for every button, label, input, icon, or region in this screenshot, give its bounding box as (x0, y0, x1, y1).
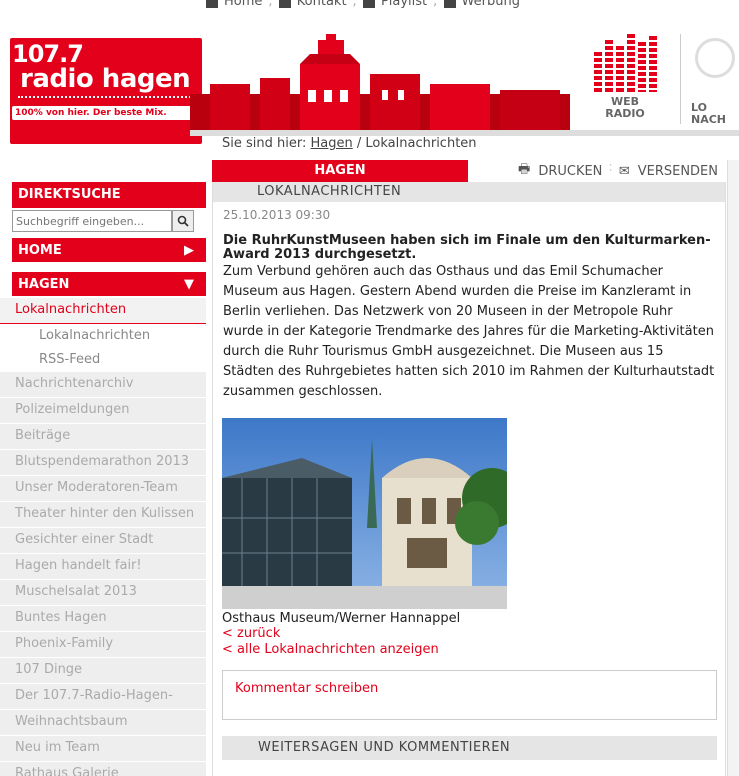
article-body: Zum Verbund gehören auch das Osthaus und… (223, 264, 715, 399)
sidebar-subitem[interactable]: Lokalnachrichten (0, 324, 206, 348)
microphone-icon (695, 38, 735, 78)
search-input[interactable] (12, 210, 172, 232)
nav-werbung-label: Werbung (461, 0, 520, 9)
logo-name: radio hagen (20, 64, 191, 94)
sidebar-subitem[interactable]: RSS-Feed (0, 348, 206, 372)
photo-caption: Osthaus Museum/Werner Hannappel (222, 611, 461, 626)
article-tools: 🖶 DRUCKEN : ✉ VERSENDEN (468, 160, 726, 182)
breadcrumb: Sie sind hier: Hagen / Lokalnachrichten (222, 136, 477, 151)
sidebar-item[interactable]: 107 Dinge (0, 658, 206, 684)
contact-icon (278, 0, 291, 8)
direktsuche-header: DIREKTSUCHE (12, 182, 206, 208)
separator: ; (268, 0, 273, 9)
printer-icon: 🖶 (518, 162, 531, 177)
arrow-down-icon: ▼ (184, 277, 194, 292)
main-content: HAGEN 🖶 DRUCKEN : ✉ VERSENDEN LOKALNACHRIC… (212, 160, 726, 776)
sidebar: DIREKTSUCHE HOME ▶ HAGEN ▼ Lokalnachrichte… (0, 182, 206, 776)
sidebar-item[interactable]: Phoenix-Family (0, 632, 206, 658)
sidebar-item[interactable]: Hagen handelt fair! (0, 554, 206, 580)
sidebar-item[interactable]: Nachrichtenarchiv (0, 372, 206, 398)
nav-kontakt-label: Kontakt (296, 0, 347, 9)
site-header: 107.7 radio hagen 100% von hier. Der bes… (0, 22, 739, 144)
sidebar-item[interactable]: Rathaus Galerie (0, 762, 206, 776)
article-photo (222, 418, 507, 609)
tab-bar: HAGEN 🖶 DRUCKEN : ✉ VERSENDEN (212, 160, 726, 182)
print-label: DRUCKEN (538, 163, 603, 179)
sidebar-item[interactable]: Buntes Hagen (0, 606, 206, 632)
sidebar-item[interactable]: Muschelsalat 2013 (0, 580, 206, 606)
logo-dots (18, 96, 194, 98)
separator: ; (352, 0, 357, 9)
envelope-icon: ✉ (618, 163, 630, 179)
article-headline: Die RuhrKunstMuseen haben sich im Finale… (223, 233, 711, 262)
sidebar-item[interactable]: Beiträge (0, 424, 206, 450)
sidebar-list: Lokalnachrichten Lokalnachrichten RSS-Feed… (0, 298, 206, 776)
sidebar-item[interactable]: Unser Moderatoren-Team (0, 476, 206, 502)
sidebar-item[interactable]: Neu im Team (0, 736, 206, 762)
nav-home[interactable]: Home (206, 0, 262, 9)
search-button[interactable] (172, 210, 194, 232)
breadcrumb-separator: / (356, 136, 362, 151)
print-button[interactable]: 🖶 DRUCKEN (518, 160, 602, 182)
home-icon (206, 0, 218, 8)
breadcrumb-link-hagen[interactable]: Hagen (311, 136, 353, 151)
sidebar-item[interactable]: Gesichter einer Stadt (0, 528, 206, 554)
sidebar-hagen-label: HAGEN (18, 277, 70, 292)
separator: : (608, 160, 613, 175)
advertising-icon (443, 0, 456, 8)
search-icon (177, 215, 189, 227)
lokalnachrichten-label: LO NACH (691, 101, 726, 125)
sidebar-item[interactable]: Theater hinter den Kulissen (0, 502, 206, 528)
sidebar-item[interactable]: Lokalnachrichten (0, 298, 206, 324)
comment-box: Kommentar schreiben (222, 670, 717, 720)
sidebar-item[interactable]: Blutspendemarathon 2013 (0, 450, 206, 476)
nav-playlist-label: Playlist (380, 0, 428, 9)
send-button[interactable]: ✉ VERSENDEN (619, 160, 718, 182)
sidebar-item[interactable]: Weihnachtsbaum (0, 710, 206, 736)
sidebar-hagen[interactable]: HAGEN ▼ (12, 272, 206, 298)
nav-werbung[interactable]: Werbung (443, 0, 520, 9)
nav-kontakt[interactable]: Kontakt (278, 0, 347, 9)
webradio-link[interactable]: WEB RADIO (585, 32, 665, 122)
tab-hagen[interactable]: HAGEN (212, 160, 468, 182)
lokalnachrichten-link[interactable]: LO NACH (680, 34, 739, 124)
breadcrumb-current: Lokalnachrichten (365, 136, 477, 151)
sidebar-item[interactable]: Der 107.7-Radio-Hagen- (0, 684, 206, 710)
article-datetime: 25.10.2013 09:30 (223, 208, 331, 222)
sidebar-item[interactable]: Polizeimeldungen (0, 398, 206, 424)
share-section-heading: WEITERSAGEN UND KOMMENTIEREN (222, 736, 717, 760)
nav-home-label: Home (224, 0, 263, 9)
hagen-skyline-illustration (190, 34, 570, 132)
back-link[interactable]: < zurück (213, 626, 725, 642)
separator: ; (433, 0, 438, 9)
logo-slogan: 100% von hier. Der beste Mix. (12, 106, 202, 120)
article: LOKALNACHRICHTEN 25.10.2013 09:30 Die Ru… (212, 182, 726, 776)
write-comment-link[interactable]: Kommentar schreiben (235, 681, 378, 696)
right-rail (727, 160, 739, 776)
radio-hagen-logo[interactable]: 107.7 radio hagen 100% von hier. Der bes… (10, 38, 202, 144)
webradio-label: WEB RADIO (605, 95, 645, 120)
all-news-link[interactable]: < alle Lokalnachrichten anzeigen (213, 642, 725, 658)
equalizer-icon (585, 32, 665, 92)
playlist-icon (362, 0, 375, 8)
sidebar-home-label: HOME (18, 243, 62, 258)
nav-playlist[interactable]: Playlist (362, 0, 428, 9)
send-label: VERSENDEN (637, 163, 718, 179)
arrow-right-icon: ▶ (184, 243, 194, 258)
breadcrumb-prefix: Sie sind hier: (222, 136, 307, 151)
search-box (12, 210, 206, 232)
top-navigation: Home ; Kontakt ; Playlist ; Werbung (206, 0, 739, 22)
section-heading: LOKALNACHRICHTEN (213, 182, 725, 202)
sidebar-home[interactable]: HOME ▶ (12, 238, 206, 264)
